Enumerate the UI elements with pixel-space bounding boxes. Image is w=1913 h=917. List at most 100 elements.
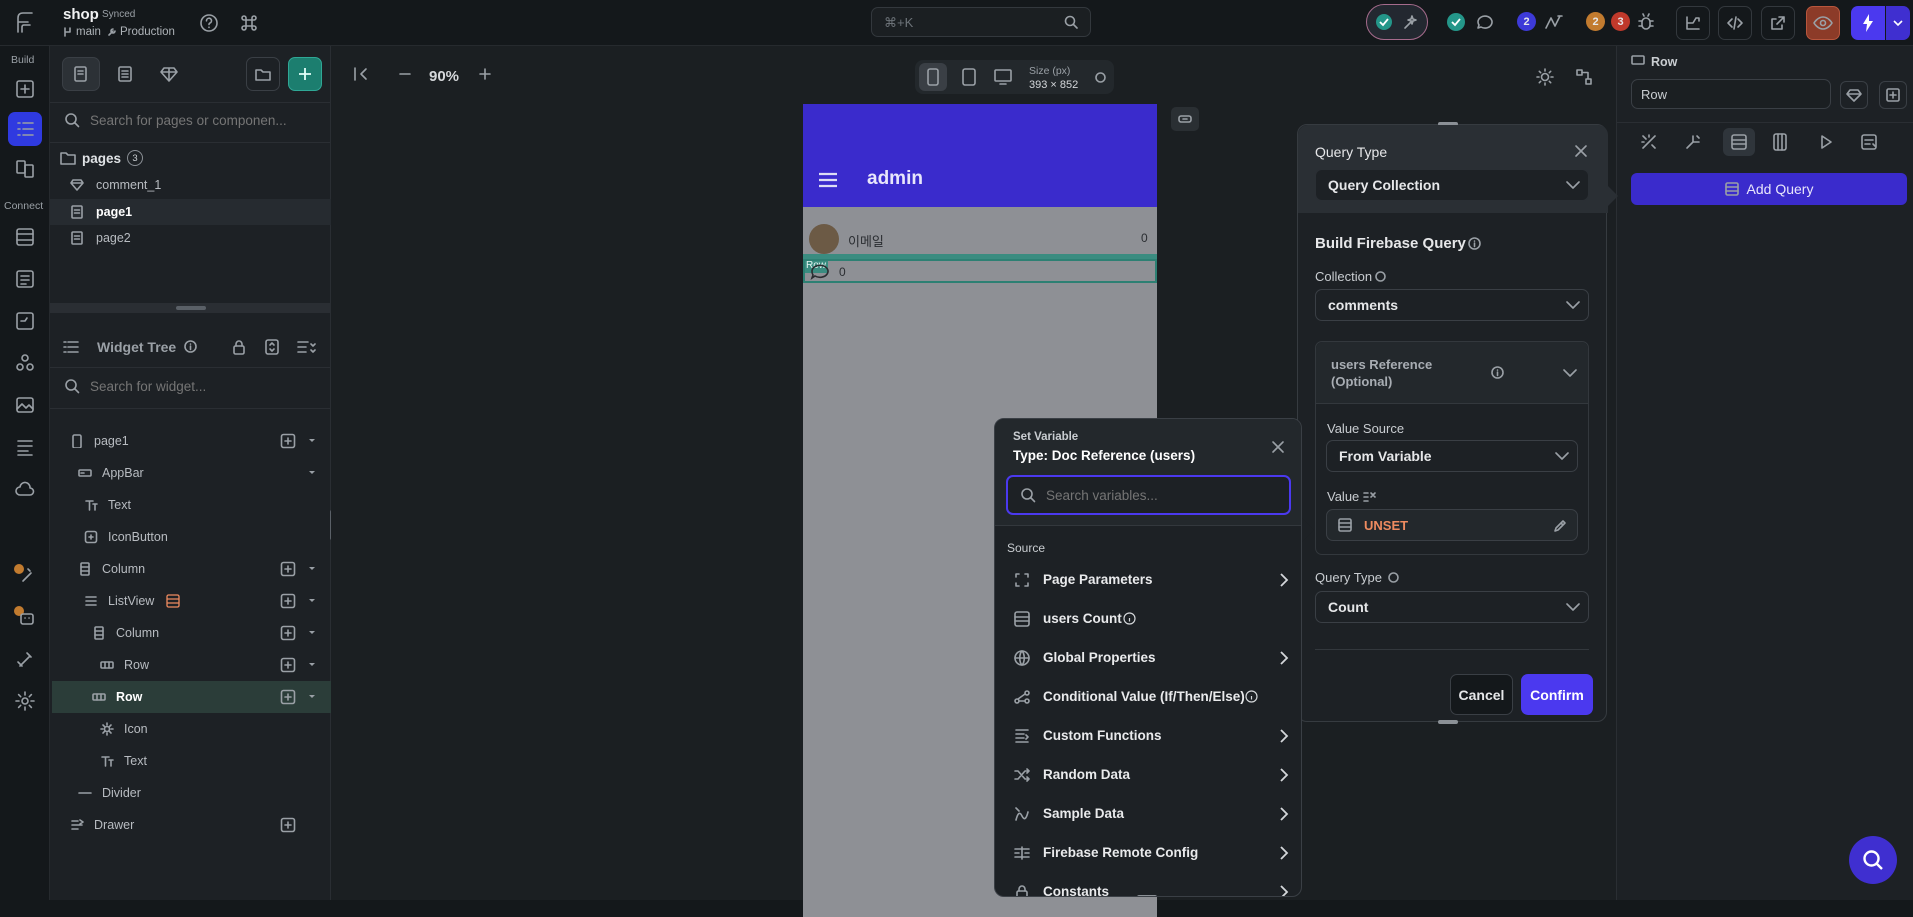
caret-down-icon[interactable] <box>308 598 316 604</box>
selected-row[interactable]: 0 <box>803 259 1157 283</box>
panel-resize-handle[interactable] <box>50 303 331 313</box>
info-icon[interactable] <box>1468 237 1481 250</box>
source-item-custom-functions[interactable]: Custom Functions <box>995 716 1299 755</box>
info-icon[interactable] <box>184 340 197 353</box>
help-icon[interactable] <box>192 6 226 40</box>
tree-item-column[interactable]: Column <box>52 553 331 585</box>
widget-tree-icon[interactable] <box>8 112 42 146</box>
caret-down-icon[interactable] <box>308 470 316 476</box>
source-item-users-count[interactable]: users Count <box>995 599 1299 638</box>
zoom-level[interactable]: 90% <box>429 68 459 85</box>
zoom-out-icon[interactable] <box>397 66 413 82</box>
collapse-panel-icon[interactable] <box>351 64 371 84</box>
layers-icon[interactable] <box>8 152 42 186</box>
tree-item-text[interactable]: Text <box>52 489 331 521</box>
tree-settings-icon[interactable] <box>296 338 316 356</box>
collection-dropdown[interactable]: comments <box>1315 289 1589 321</box>
value-field[interactable]: UNSET <box>1326 509 1578 541</box>
cloud-icon[interactable] <box>8 472 42 506</box>
app-bar[interactable]: admin <box>803 104 1157 207</box>
command-search[interactable]: ⌘+K <box>871 7 1091 37</box>
info-icon[interactable] <box>1388 572 1399 583</box>
caret-down-icon[interactable] <box>308 566 316 572</box>
generate-children-tab-icon[interactable] <box>1771 132 1789 152</box>
properties-tab-icon[interactable] <box>1639 132 1659 152</box>
tree-item-text[interactable]: Text <box>52 745 331 777</box>
api-calls-icon[interactable] <box>8 304 42 338</box>
cancel-button[interactable]: Cancel <box>1450 674 1513 715</box>
app-values-icon[interactable] <box>8 430 42 464</box>
tree-item-iconbutton[interactable]: IconButton <box>52 521 331 553</box>
run-lightning-icon[interactable] <box>1851 6 1885 40</box>
expand-collapse-icon[interactable] <box>263 338 281 356</box>
canvas-settings-icon[interactable] <box>1575 68 1593 86</box>
tree-item-icon[interactable]: Icon <box>52 713 331 745</box>
backend-query-tab-icon[interactable] <box>1723 128 1755 156</box>
source-item-conditional-value-if-then-else[interactable]: Conditional Value (If/Then/Else) <box>995 677 1299 716</box>
diamond-icon[interactable] <box>1840 81 1868 109</box>
help-search-fab[interactable] <box>1849 836 1897 884</box>
tablet-device-icon[interactable] <box>955 63 983 91</box>
source-item-page-parameters[interactable]: Page Parameters <box>995 560 1299 599</box>
stats-icon[interactable] <box>1543 12 1565 32</box>
tree-item-appbar[interactable]: AppBar <box>52 457 331 489</box>
source-item-global-properties[interactable]: Global Properties <box>995 638 1299 677</box>
info-icon[interactable] <box>1123 612 1136 625</box>
variable-search-input[interactable] <box>1046 483 1276 507</box>
info-icon[interactable] <box>1491 366 1504 379</box>
close-icon[interactable] <box>1271 440 1285 454</box>
tree-item-column[interactable]: Column <box>52 617 331 649</box>
value-source-dropdown[interactable]: From Variable <box>1326 440 1578 472</box>
tree-item-row[interactable]: Row <box>52 649 331 681</box>
source-item-sample-data[interactable]: Sample Data <box>995 794 1299 833</box>
library-diamond-icon[interactable] <box>150 57 188 91</box>
ai-agents-icon[interactable] <box>8 558 42 592</box>
tree-item-listview[interactable]: ListView <box>52 585 331 617</box>
tree-item-row[interactable]: Row <box>52 681 331 713</box>
desktop-device-icon[interactable] <box>989 63 1017 91</box>
edit-pencil-icon[interactable] <box>1552 518 1568 534</box>
page-item-page2[interactable]: page2 <box>50 226 331 250</box>
drag-handle[interactable] <box>1438 720 1458 724</box>
documentation-tab-icon[interactable] <box>1859 132 1879 152</box>
preview-eye-icon[interactable] <box>1806 6 1840 40</box>
pages-folder[interactable]: pages 3 <box>60 147 322 169</box>
add-child-icon[interactable] <box>280 689 296 705</box>
variable-icon[interactable] <box>1363 491 1377 503</box>
add-query-button[interactable]: Add Query <box>1631 173 1907 205</box>
add-page-icon[interactable] <box>8 72 42 106</box>
menu-hamburger-icon[interactable] <box>817 171 839 189</box>
flutterflow-logo-icon[interactable] <box>10 8 38 36</box>
play-tab-icon[interactable] <box>1817 132 1835 152</box>
branching-icon[interactable] <box>1676 6 1710 40</box>
integrations-icon[interactable] <box>8 346 42 380</box>
project-name[interactable]: shop <box>63 6 99 23</box>
variable-search[interactable] <box>1006 475 1291 515</box>
caret-down-icon[interactable] <box>308 438 316 444</box>
caret-down-icon[interactable] <box>308 662 316 668</box>
check-circle-icon[interactable] <box>1446 12 1466 32</box>
chevron-down-icon[interactable] <box>1563 369 1577 378</box>
phone-device-icon[interactable] <box>919 63 947 91</box>
add-page-button[interactable] <box>288 57 322 91</box>
close-icon[interactable] <box>1573 143 1589 159</box>
database-icon[interactable] <box>8 220 42 254</box>
tree-item-page1[interactable]: page1 <box>52 425 331 457</box>
search-pages-input[interactable] <box>90 106 320 134</box>
light-mode-sun-icon[interactable] <box>1536 68 1554 86</box>
source-item-firebase-remote-config[interactable]: Firebase Remote Config <box>995 833 1299 872</box>
add-child-icon[interactable] <box>280 657 296 673</box>
media-icon[interactable] <box>8 388 42 422</box>
info-icon[interactable] <box>1375 271 1386 282</box>
page-item-comment-1[interactable]: comment_1 <box>50 173 331 197</box>
add-widget-icon[interactable] <box>1879 81 1907 109</box>
source-item-constants[interactable]: Constants <box>995 872 1299 896</box>
settings-gear-icon[interactable] <box>8 684 42 718</box>
caret-down-icon[interactable] <box>308 694 316 700</box>
tree-item-drawer[interactable]: Drawer <box>52 809 331 841</box>
agent-toggle[interactable] <box>1366 4 1428 40</box>
search-widget-input[interactable] <box>90 372 320 400</box>
add-child-icon[interactable] <box>280 593 296 609</box>
command-icon[interactable] <box>232 6 266 40</box>
tree-item-divider[interactable]: Divider <box>52 777 331 809</box>
